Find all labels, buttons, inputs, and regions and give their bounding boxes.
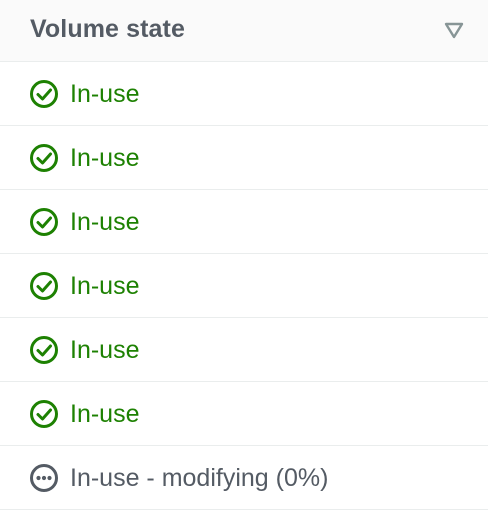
column-header-label: Volume state [30,15,185,43]
check-circle-icon [30,80,58,108]
in-progress-ellipsis-icon [30,464,58,492]
table-row[interactable]: In-use [0,318,488,382]
status-label: In-use [70,272,140,300]
table-row[interactable]: In-use [0,254,488,318]
check-circle-icon [30,208,58,236]
status-label: In-use [70,400,140,428]
status-label: In-use [70,80,140,108]
table-row[interactable]: In-use [0,62,488,126]
check-circle-icon [30,336,58,364]
table-row[interactable]: In-use - modifying (0%) [0,446,488,510]
sort-descending-icon[interactable] [444,22,464,40]
status-label: In-use [70,208,140,236]
table-row[interactable]: In-use [0,382,488,446]
column-header[interactable]: Volume state [0,0,488,62]
check-circle-icon [30,400,58,428]
status-label: In-use [70,144,140,172]
status-label: In-use [70,336,140,364]
volume-state-column: Volume state In-use In-use In-use In-use [0,0,488,512]
check-circle-icon [30,272,58,300]
table-row[interactable]: In-use [0,190,488,254]
status-label: In-use - modifying (0%) [70,464,329,492]
table-row[interactable]: In-use [0,126,488,190]
check-circle-icon [30,144,58,172]
